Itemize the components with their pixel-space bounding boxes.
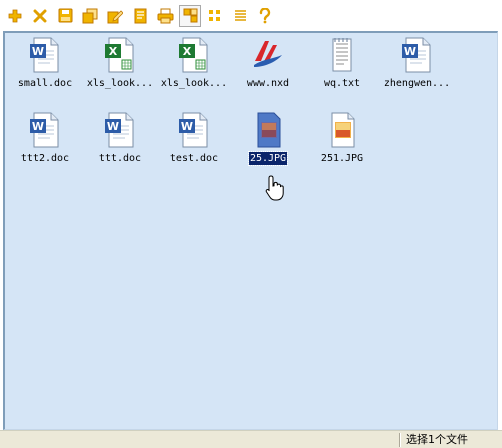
word-document-icon: W [179, 112, 208, 148]
file-item[interactable]: X xls_look... [156, 35, 232, 103]
details-view-button[interactable] [229, 5, 251, 27]
excel-document-icon: X [179, 37, 208, 73]
status-bar: 选择1个文件 [0, 430, 502, 448]
file-item[interactable]: www.nxd [230, 35, 306, 103]
file-item[interactable]: wq.txt [304, 35, 380, 103]
copy-icon [82, 8, 98, 23]
edit-icon [107, 9, 123, 23]
status-divider [399, 433, 401, 447]
help-icon [259, 7, 271, 23]
toolbar [0, 0, 502, 31]
delete-button[interactable] [29, 5, 51, 27]
file-name: xls_look... [160, 78, 228, 89]
file-name: www.nxd [246, 78, 290, 89]
file-item[interactable]: W small.doc [7, 35, 83, 103]
save-button[interactable] [54, 5, 76, 27]
edit-button[interactable] [104, 5, 126, 27]
svg-text:W: W [32, 45, 44, 58]
status-text: 选择1个文件 [406, 433, 468, 446]
file-list-area[interactable]: W small.doc X xls_look... X xls_look... … [3, 31, 498, 430]
small-icons-view-button[interactable] [204, 5, 226, 27]
file-name: test.doc [169, 153, 219, 164]
svg-text:X: X [109, 45, 118, 58]
add-icon [8, 9, 22, 22]
svg-text:X: X [183, 45, 192, 58]
save-icon [58, 8, 72, 23]
image-file-icon [331, 112, 355, 148]
file-item[interactable]: W zhengwen... [379, 35, 455, 103]
file-item[interactable]: X xls_look... [82, 35, 158, 103]
excel-document-icon: X [105, 37, 134, 73]
file-name: small.doc [17, 78, 73, 89]
add-button[interactable] [4, 5, 26, 27]
image-file-icon [257, 112, 281, 148]
svg-text:W: W [181, 120, 193, 133]
delete-icon [33, 9, 47, 22]
file-item[interactable]: W ttt.doc [82, 110, 158, 178]
help-button[interactable] [254, 5, 276, 27]
file-item[interactable]: W ttt2.doc [7, 110, 83, 178]
nxd-file-icon [254, 41, 282, 67]
details-view-icon [234, 10, 246, 21]
file-name: wq.txt [323, 78, 361, 89]
file-name: 25.JPG [247, 151, 289, 166]
print-button[interactable] [154, 5, 176, 27]
hand-cursor-icon [265, 175, 284, 201]
properties-button[interactable] [129, 5, 151, 27]
print-icon [157, 8, 173, 23]
file-name: ttt2.doc [20, 153, 70, 164]
text-document-icon [332, 38, 352, 72]
small-icons-view-icon [208, 10, 220, 21]
large-icons-view-button[interactable] [179, 4, 201, 27]
file-item-selected[interactable]: 25.JPG [230, 110, 306, 178]
svg-text:W: W [32, 120, 44, 133]
properties-icon [134, 8, 146, 23]
svg-text:W: W [404, 45, 416, 58]
large-icons-view-icon [183, 8, 197, 23]
file-name: 251.JPG [320, 153, 364, 164]
word-document-icon: W [30, 112, 59, 148]
word-document-icon: W [105, 112, 134, 148]
svg-text:W: W [107, 120, 119, 133]
word-document-icon: W [30, 37, 59, 73]
file-name: zhengwen... [383, 78, 451, 89]
word-document-icon: W [402, 37, 431, 73]
file-item[interactable]: 251.JPG [304, 110, 380, 178]
copy-button[interactable] [79, 5, 101, 27]
file-item[interactable]: W test.doc [156, 110, 232, 178]
file-name: ttt.doc [98, 153, 142, 164]
file-name: xls_look... [86, 78, 154, 89]
